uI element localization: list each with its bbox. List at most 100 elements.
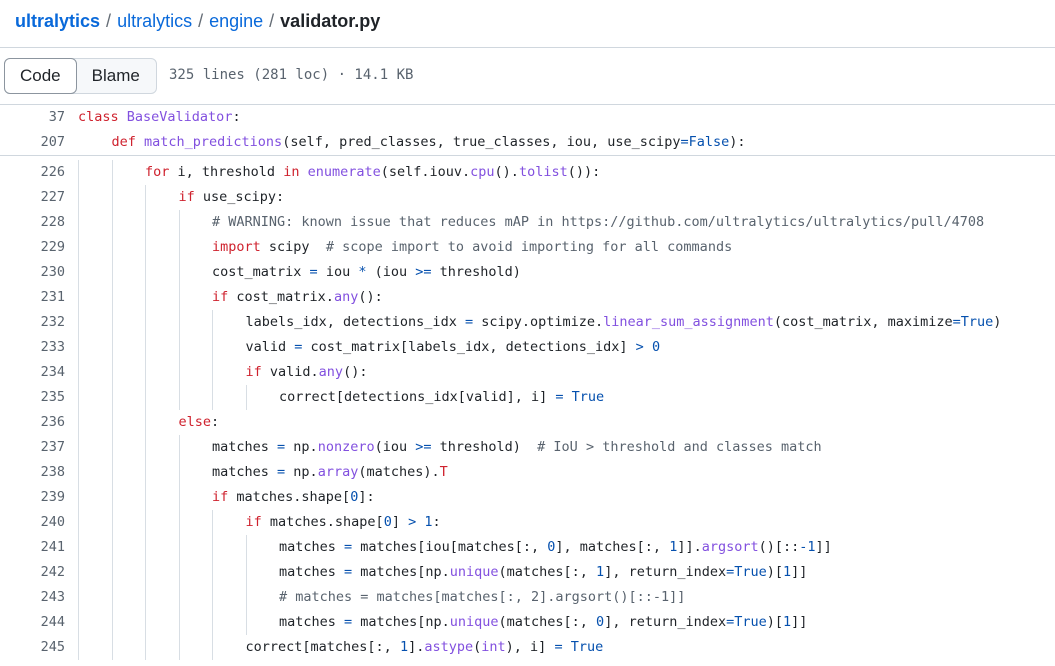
indent-guide	[78, 130, 112, 155]
code-line[interactable]: 242 matches = matches[np.unique(matches[:…	[0, 560, 1055, 585]
code-token: ):	[729, 134, 746, 150]
code-view-button[interactable]: Code	[4, 58, 77, 94]
indent-guide	[78, 385, 112, 410]
line-number[interactable]: 234	[0, 360, 65, 385]
line-number[interactable]: 245	[0, 635, 65, 660]
code-token: :	[211, 414, 220, 430]
line-number[interactable]: 244	[0, 610, 65, 635]
line-number[interactable]: 229	[0, 235, 65, 260]
indent-guide	[111, 385, 146, 410]
line-number[interactable]: 231	[0, 285, 65, 310]
line-number[interactable]: 236	[0, 410, 65, 435]
indent-guide	[145, 535, 179, 560]
code-token: match_predictions	[144, 134, 283, 150]
code-line[interactable]: 234 if valid.any():	[0, 360, 1055, 385]
code-line[interactable]: 226 for i, threshold in enumerate(self.io…	[0, 160, 1055, 185]
code-token: def	[111, 134, 145, 150]
code-line[interactable]: 232 labels_idx, detections_idx = scipy.op…	[0, 310, 1055, 335]
code-text: correct[detections_idx[valid], i] = True	[78, 385, 604, 410]
blame-view-button[interactable]: Blame	[76, 59, 156, 93]
line-number[interactable]: 232	[0, 310, 65, 335]
code-line[interactable]: 241 matches = matches[iou[matches[:, 0], …	[0, 535, 1055, 560]
breadcrumb: ultralytics / ultralytics / engine / validator…	[15, 9, 380, 33]
line-number[interactable]: 227	[0, 185, 65, 210]
code-token: 0	[651, 339, 661, 355]
line-number[interactable]: 230	[0, 260, 65, 285]
code-token: iou	[317, 264, 359, 280]
code-token: threshold)	[431, 439, 538, 455]
code-line[interactable]: 236 else:	[0, 410, 1055, 435]
indent-guide	[111, 235, 146, 260]
indent-guide	[145, 635, 179, 660]
line-number[interactable]: 243	[0, 585, 65, 610]
code-line[interactable]: 231 if cost_matrix.any():	[0, 285, 1055, 310]
indent-guide	[111, 360, 146, 385]
code-token: # WARNING: known issue that reduces mAP …	[212, 214, 985, 230]
indent-guide	[145, 560, 179, 585]
code-token: import	[212, 239, 261, 255]
code-line[interactable]: 233 valid = cost_matrix[labels_idx, detec…	[0, 335, 1055, 360]
code-line[interactable]: 243 # matches = matches[matches[:, 2].arg…	[0, 585, 1055, 610]
code-line[interactable]: 240 if matches.shape[0] > 1:	[0, 510, 1055, 535]
indent-guide	[212, 585, 246, 610]
code-token: matches	[279, 539, 345, 555]
indent-guide	[145, 385, 179, 410]
indent-guide	[145, 610, 179, 635]
indent-guide	[78, 310, 112, 335]
line-number[interactable]: 235	[0, 385, 65, 410]
code-token: )[	[766, 614, 784, 630]
code-line[interactable]: 229 import scipy # scope import to avoid …	[0, 235, 1055, 260]
line-number[interactable]: 226	[0, 160, 65, 185]
indent-guide	[145, 360, 179, 385]
breadcrumb-link-repo[interactable]: ultralytics	[15, 11, 100, 31]
sticky-code-line[interactable]: 207 def match_predictions(self, pred_clas…	[0, 130, 1055, 155]
indent-guide	[178, 435, 213, 460]
line-number[interactable]: 239	[0, 485, 65, 510]
indent-guide	[111, 460, 146, 485]
breadcrumb-link-folder-ultralytics[interactable]: ultralytics	[117, 11, 192, 31]
line-number[interactable]: 228	[0, 210, 65, 235]
sticky-code-line[interactable]: 37 class BaseValidator:	[0, 105, 1055, 130]
code-token: matches.shape[	[228, 489, 351, 505]
indent-guide	[145, 310, 179, 335]
line-number[interactable]: 238	[0, 460, 65, 485]
code-token: valid	[245, 339, 295, 355]
line-number[interactable]: 233	[0, 335, 65, 360]
indent-guide	[245, 560, 280, 585]
code-line[interactable]: 238 matches = np.array(matches).T	[0, 460, 1055, 485]
line-number[interactable]: 37	[0, 105, 65, 130]
line-number[interactable]: 240	[0, 510, 65, 535]
breadcrumb-link-folder-engine[interactable]: engine	[209, 11, 263, 31]
line-number[interactable]: 207	[0, 130, 65, 155]
indent-guide	[111, 560, 146, 585]
line-number[interactable]: 237	[0, 435, 65, 460]
code-token: in	[283, 164, 300, 180]
code-line[interactable]: 239 if matches.shape[0]:	[0, 485, 1055, 510]
code-line[interactable]: 244 matches = matches[np.unique(matches[:…	[0, 610, 1055, 635]
code-line[interactable]: 230 cost_matrix = iou * (iou >= threshold…	[0, 260, 1055, 285]
code-line[interactable]: 235 correct[detections_idx[valid], i] = T…	[0, 385, 1055, 410]
line-number[interactable]: 242	[0, 560, 65, 585]
code-token: if	[212, 289, 229, 305]
code-line[interactable]: 228 # WARNING: known issue that reduces m…	[0, 210, 1055, 235]
code-line[interactable]: 245 correct[matches[:, 1].astype(int), i]…	[0, 635, 1055, 660]
code-token: False	[688, 134, 730, 150]
code-token: ]]	[815, 539, 832, 555]
code-token: cost_matrix.	[228, 289, 334, 305]
indent-guide	[78, 510, 112, 535]
indent-guide	[111, 310, 146, 335]
code-token: =	[344, 539, 353, 555]
code-token: 1	[807, 539, 816, 555]
code-token: i, threshold	[169, 164, 284, 180]
code-line[interactable]: 237 matches = np.nonzero(iou >= threshold…	[0, 435, 1055, 460]
code-token: ]].	[677, 539, 702, 555]
code-token: (iou	[366, 264, 416, 280]
sticky-divider	[0, 155, 1055, 156]
code-token: (self, pred_classes, true_classes, iou, …	[282, 134, 681, 150]
code-text: else:	[78, 410, 219, 435]
code-token: if	[245, 364, 262, 380]
line-number[interactable]: 241	[0, 535, 65, 560]
code-token: (matches[:,	[498, 564, 597, 580]
code-line[interactable]: 227 if use_scipy:	[0, 185, 1055, 210]
